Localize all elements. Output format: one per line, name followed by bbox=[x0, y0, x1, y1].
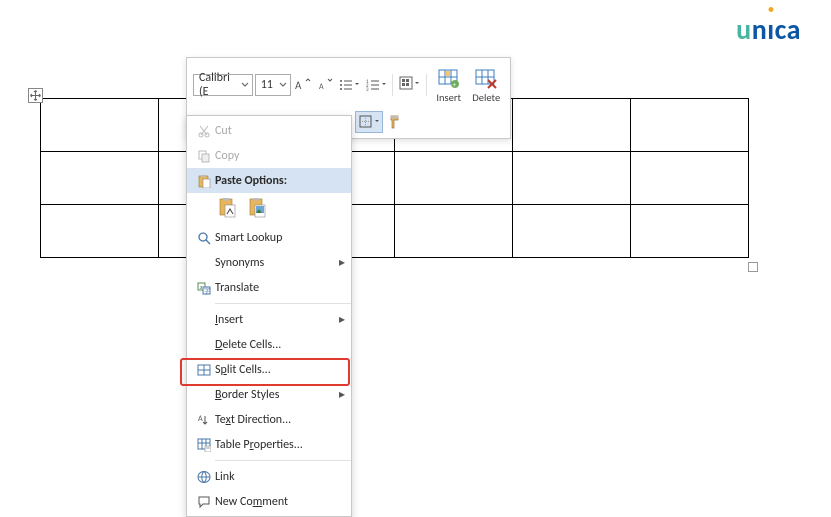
decrease-font-size-button[interactable]: A bbox=[315, 74, 335, 96]
menu-label: Text Direction... bbox=[215, 413, 345, 427]
format-painter-button[interactable] bbox=[385, 111, 407, 133]
context-menu: Cut Copy Paste Options: Smart Lookup Syn… bbox=[186, 115, 352, 517]
menu-label: Paste Options: bbox=[215, 174, 345, 188]
font-family-value: Calibri (E bbox=[199, 71, 240, 99]
menu-new-comment[interactable]: New Comment bbox=[187, 489, 351, 514]
split-cells-icon bbox=[193, 363, 215, 377]
menu-label: Table Properties... bbox=[215, 438, 345, 452]
svg-text:3: 3 bbox=[366, 87, 369, 92]
font-family-select[interactable]: Calibri (E bbox=[193, 74, 253, 96]
copy-icon bbox=[193, 149, 215, 163]
insert-label: Insert bbox=[436, 91, 461, 104]
separator bbox=[426, 74, 427, 96]
menu-label: Cut bbox=[215, 124, 345, 138]
menu-text-direction[interactable]: A Text Direction... bbox=[187, 407, 351, 432]
menu-label: Insert bbox=[215, 313, 335, 327]
cut-icon bbox=[193, 124, 215, 138]
link-icon bbox=[193, 470, 215, 484]
menu-smart-lookup[interactable]: Smart Lookup bbox=[187, 225, 351, 250]
svg-text:A: A bbox=[295, 79, 302, 92]
menu-label: Synonyms bbox=[215, 256, 335, 270]
menu-label: Smart Lookup bbox=[215, 231, 345, 245]
table-properties-icon bbox=[193, 438, 215, 452]
menu-synonyms[interactable]: Synonyms ▸ bbox=[187, 250, 351, 275]
separator bbox=[392, 74, 393, 96]
submenu-arrow-icon: ▸ bbox=[335, 312, 345, 327]
menu-divider bbox=[215, 460, 351, 461]
paste-icon bbox=[193, 174, 215, 188]
menu-insert[interactable]: Insert ▸ bbox=[187, 307, 351, 332]
menu-split-cells[interactable]: Split Cells... bbox=[187, 357, 351, 382]
svg-text:+: + bbox=[452, 80, 456, 89]
menu-label: Delete Cells... bbox=[215, 338, 345, 352]
increase-font-size-button[interactable]: A bbox=[293, 74, 313, 96]
comment-icon bbox=[193, 495, 215, 509]
menu-table-properties[interactable]: Table Properties... bbox=[187, 432, 351, 457]
menu-label: Link bbox=[215, 470, 345, 484]
bullets-button[interactable] bbox=[336, 74, 361, 96]
paste-keep-source-button[interactable] bbox=[215, 195, 241, 221]
chevron-down-icon bbox=[240, 80, 250, 90]
svg-text:A: A bbox=[198, 414, 203, 424]
delete-table-icon bbox=[475, 67, 497, 91]
logo-letter: u bbox=[736, 12, 752, 47]
logo-letter: n bbox=[752, 12, 768, 47]
menu-paste-options[interactable]: Paste Options: bbox=[187, 168, 351, 193]
search-icon bbox=[193, 231, 215, 245]
svg-text:a: a bbox=[200, 283, 203, 291]
brand-logo: unıca bbox=[736, 12, 801, 47]
menu-label: Split Cells... bbox=[215, 363, 345, 377]
font-size-value: 11 bbox=[261, 78, 273, 92]
svg-text:A: A bbox=[319, 82, 324, 92]
chevron-down-icon bbox=[278, 80, 288, 90]
paste-picture-button[interactable] bbox=[245, 195, 271, 221]
svg-text:字: 字 bbox=[204, 287, 210, 295]
font-size-select[interactable]: 11 bbox=[255, 74, 292, 96]
menu-delete-cells[interactable]: Delete Cells... bbox=[187, 332, 351, 357]
delete-label: Delete bbox=[472, 91, 500, 104]
menu-label: New Comment bbox=[215, 495, 345, 509]
table-resize-handle[interactable] bbox=[748, 262, 758, 272]
menu-cut[interactable]: Cut bbox=[187, 118, 351, 143]
translate-icon: a字 bbox=[193, 281, 215, 295]
menu-border-styles[interactable]: Border Styles ▸ bbox=[187, 382, 351, 407]
insert-table-icon: + bbox=[438, 67, 460, 91]
paste-options-row bbox=[187, 193, 351, 225]
insert-button[interactable]: + Insert bbox=[431, 62, 467, 108]
menu-label: Translate bbox=[215, 281, 345, 295]
borders-button[interactable] bbox=[355, 111, 383, 133]
text-direction-icon: A bbox=[193, 413, 215, 427]
menu-translate[interactable]: a字 Translate bbox=[187, 275, 351, 300]
table-move-handle[interactable] bbox=[28, 88, 43, 103]
logo-letter: a bbox=[787, 12, 801, 47]
numbering-button[interactable]: 123 bbox=[363, 74, 388, 96]
menu-copy[interactable]: Copy bbox=[187, 143, 351, 168]
menu-label: Border Styles bbox=[215, 388, 335, 402]
submenu-arrow-icon: ▸ bbox=[335, 387, 345, 402]
submenu-arrow-icon: ▸ bbox=[335, 255, 345, 270]
menu-label: Copy bbox=[215, 149, 345, 163]
shading-button[interactable] bbox=[397, 74, 422, 96]
logo-letter: ı bbox=[767, 12, 774, 47]
menu-divider bbox=[215, 303, 351, 304]
logo-letter: c bbox=[775, 12, 787, 47]
delete-button[interactable]: Delete bbox=[468, 62, 504, 108]
menu-link[interactable]: Link bbox=[187, 464, 351, 489]
